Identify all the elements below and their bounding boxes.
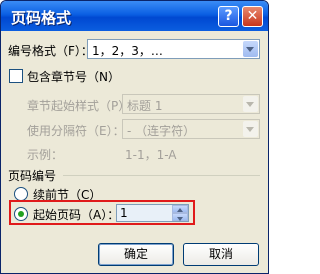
group-divider (63, 175, 260, 176)
page-numbering-group-label: 页码编号 (8, 169, 57, 183)
chapter-start-style-label: 章节起始样式（P） (27, 99, 131, 113)
include-chapter-checkbox[interactable] (9, 69, 23, 83)
ok-button[interactable]: 确定 (98, 243, 174, 266)
dialog-title: 页码格式 (11, 9, 72, 27)
include-chapter-label: 包含章节号（N） (27, 70, 120, 84)
start-at-radio[interactable] (14, 207, 28, 221)
chapter-start-style-value: 标题 1 (127, 99, 163, 113)
separator-label: 使用分隔符（E）： (27, 124, 125, 138)
spin-up-icon[interactable] (172, 205, 188, 213)
start-at-label: 起始页码（A）： (33, 208, 120, 222)
close-button[interactable]: ✕ (242, 6, 263, 27)
continue-radio[interactable] (14, 187, 28, 201)
chapter-start-style-select[interactable]: 标题 1 (122, 94, 260, 114)
start-at-spinner[interactable]: 1 (116, 204, 189, 222)
number-format-label: 编号格式（F）： (8, 44, 93, 58)
chevron-down-icon[interactable] (243, 121, 258, 137)
spin-down-icon[interactable] (172, 213, 188, 221)
separator-value: - （连字符） (127, 124, 196, 138)
start-at-value: 1 (120, 206, 128, 220)
number-format-select[interactable]: 1，2，3，… (87, 39, 260, 59)
help-button[interactable]: ? (218, 6, 239, 27)
example-value: 1-1，1-A (125, 148, 177, 162)
cancel-button[interactable]: 取消 (183, 243, 259, 266)
page-number-format-dialog: 页码格式 ? ✕ 编号格式（F）： 1，2，3，… 包含章节号（N） 章节起始样… (0, 0, 269, 274)
chevron-down-icon[interactable] (243, 41, 258, 57)
example-label: 示例： (27, 148, 64, 162)
spinner-buttons (172, 205, 188, 221)
title-bar[interactable]: 页码格式 ? ✕ (1, 1, 268, 31)
separator-select[interactable]: - （连字符） (122, 119, 260, 139)
radio-selected-dot (18, 211, 24, 217)
chevron-down-icon[interactable] (243, 96, 258, 112)
number-format-value: 1，2，3，… (92, 44, 163, 58)
